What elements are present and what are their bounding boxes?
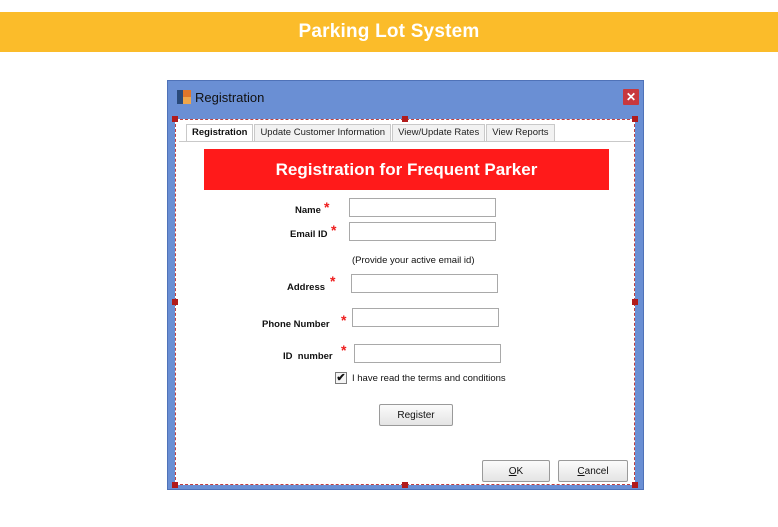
close-button[interactable]: ✕ <box>623 89 639 105</box>
phone-number-field[interactable] <box>352 308 499 327</box>
terms-label: I have read the terms and conditions <box>352 373 506 384</box>
phone-number-label: Phone Number <box>262 319 330 330</box>
resize-handle-middle-right[interactable] <box>632 299 638 305</box>
email-hint: (Provide your active email id) <box>352 255 475 266</box>
form-header-title: Registration for Frequent Parker <box>275 159 538 179</box>
id-number-label: ID number <box>283 351 333 362</box>
resize-handle-bottom-right[interactable] <box>632 482 638 488</box>
resize-handle-bottom-center[interactable] <box>402 482 408 488</box>
form-panel: Registration Update Customer Information… <box>172 116 638 488</box>
email-label: Email ID <box>290 229 328 240</box>
resize-handle-middle-left[interactable] <box>172 299 178 305</box>
window-title: Registration <box>195 90 265 105</box>
tab-divider <box>179 141 631 142</box>
tab-registration[interactable]: Registration <box>186 124 254 141</box>
resize-handle-top-right[interactable] <box>632 116 638 122</box>
terms-checkbox[interactable]: ✔ <box>335 372 347 384</box>
page: Parking Lot System Registration ✕ Regist <box>0 0 778 527</box>
tab-view-reports[interactable]: View Reports <box>486 124 555 141</box>
phone-required-icon: * <box>341 312 347 328</box>
ok-button[interactable]: OK <box>482 460 550 482</box>
checkmark-icon: ✔ <box>336 371 346 384</box>
close-icon: ✕ <box>625 90 637 104</box>
cancel-mnemonic: C <box>577 465 585 477</box>
address-required-icon: * <box>330 273 336 289</box>
resize-handle-bottom-left[interactable] <box>172 482 178 488</box>
cancel-label-rest: ancel <box>584 465 609 477</box>
address-field[interactable] <box>351 274 498 293</box>
resize-handle-top-left[interactable] <box>172 116 178 122</box>
cancel-button[interactable]: Cancel <box>558 460 628 482</box>
tab-update-customer-information[interactable]: Update Customer Information <box>254 124 392 141</box>
window-titlebar[interactable]: Registration ✕ <box>168 81 643 115</box>
email-required-icon: * <box>331 222 337 238</box>
tab-bar: Registration Update Customer Information… <box>186 124 556 141</box>
app-window-icon <box>177 90 191 104</box>
form-header: Registration for Frequent Parker <box>204 149 609 190</box>
registration-window: Registration ✕ Registration Update Custo… <box>167 80 644 490</box>
id-number-required-icon: * <box>341 342 347 358</box>
id-number-field[interactable] <box>354 344 501 363</box>
tab-view-update-rates[interactable]: View/Update Rates <box>392 124 486 141</box>
name-required-icon: * <box>324 199 330 215</box>
ok-label-rest: K <box>516 465 524 477</box>
register-button[interactable]: Register <box>379 404 453 426</box>
email-field[interactable] <box>349 222 496 241</box>
name-field[interactable] <box>349 198 496 217</box>
address-label: Address <box>287 282 326 293</box>
app-banner: Parking Lot System <box>0 12 778 52</box>
resize-handle-top-center[interactable] <box>402 116 408 122</box>
banner-title: Parking Lot System <box>298 21 480 42</box>
name-label: Name <box>295 205 321 216</box>
ok-mnemonic: O <box>508 465 517 477</box>
